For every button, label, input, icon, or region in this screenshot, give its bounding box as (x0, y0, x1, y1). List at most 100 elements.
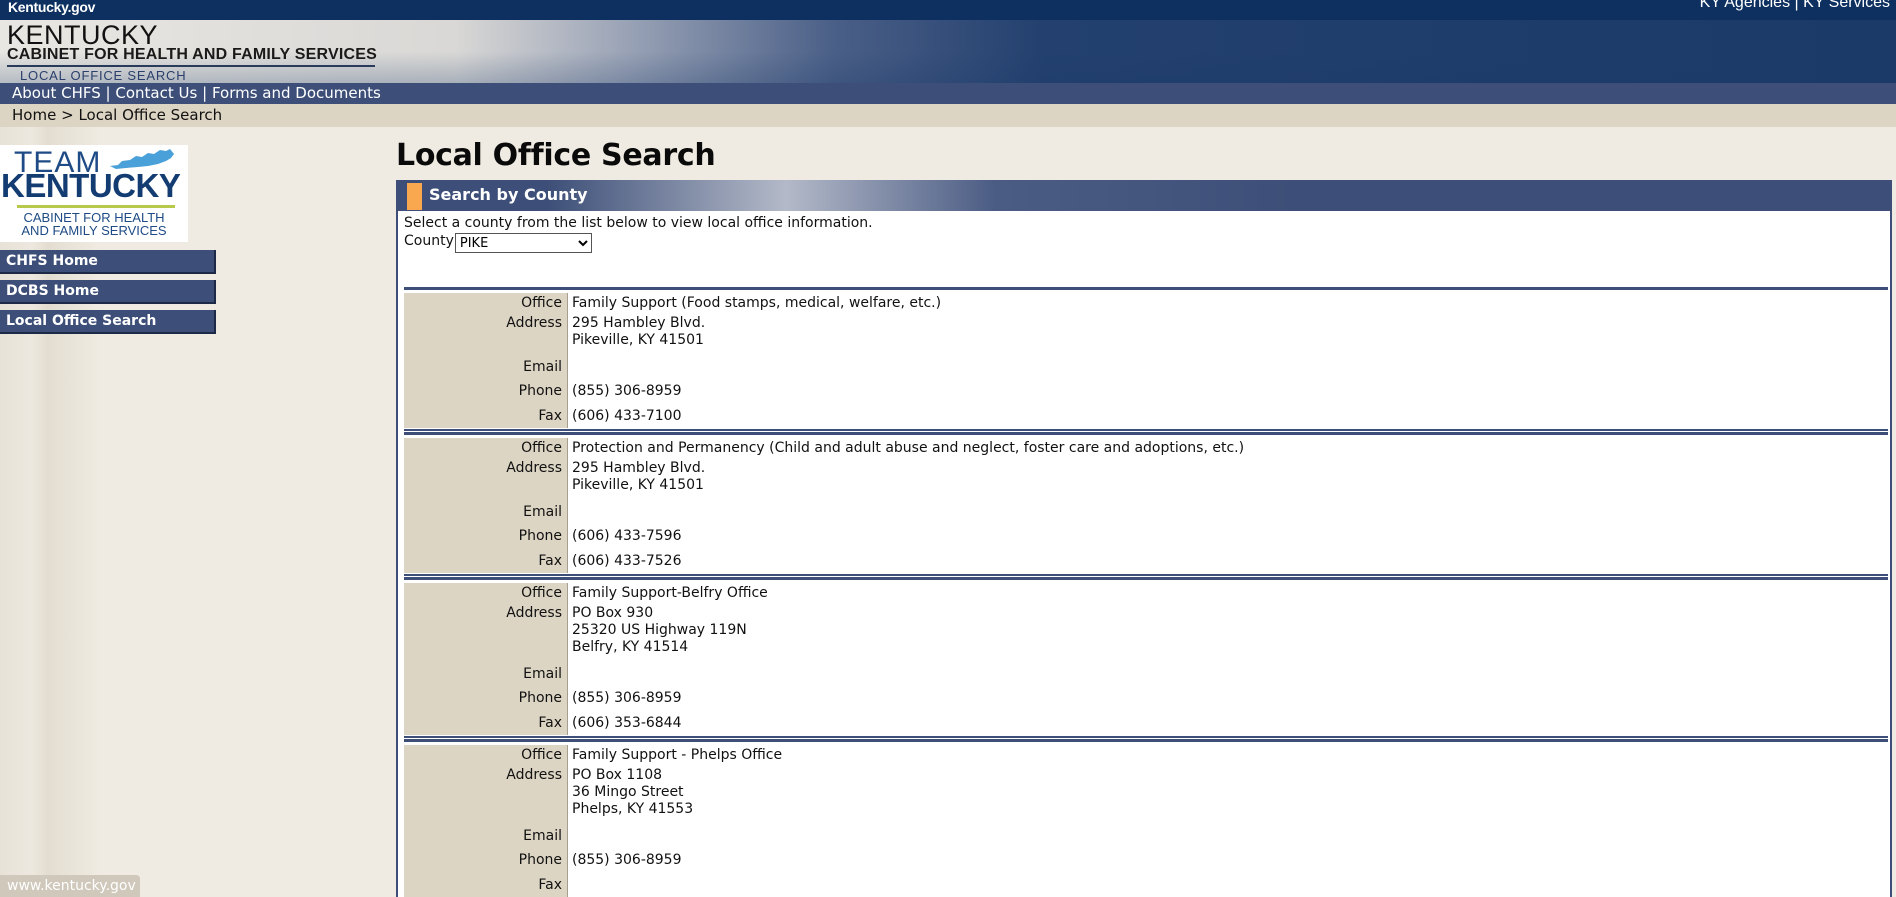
banner-cabinet-name: CABINET FOR HEALTH AND FAMILY SERVICES (7, 46, 378, 63)
office-name: Family Support - Phelps Office (572, 747, 783, 763)
sidebar-item-local-office-search[interactable]: Local Office Search (0, 310, 216, 334)
top-bar: Kentucky.gov KY Agencies | KY Services (0, 0, 1896, 20)
nav-contact-link[interactable]: Contact Us (115, 84, 197, 102)
phone-row: Phone (855) 306-8959 (404, 379, 1888, 404)
email-label: Email (404, 662, 568, 686)
banner-subtitle: LOCAL OFFICE SEARCH (20, 68, 187, 83)
nav-about-link[interactable]: About CHFS (12, 84, 101, 102)
office-fax (568, 873, 1888, 897)
panel-title: Search by County (429, 185, 588, 204)
page-title: Local Office Search (396, 138, 716, 173)
top-links: KY Agencies | KY Services (1700, 0, 1890, 12)
office-label: Office (404, 583, 568, 604)
office-card: Office Family Support-Belfry Office Addr… (404, 577, 1888, 738)
phone-label: Phone (404, 379, 568, 404)
search-panel: Search by County Select a county from th… (396, 180, 1892, 897)
fax-row: Fax (606) 353-6844 (404, 711, 1888, 735)
county-select[interactable]: PIKE (454, 233, 592, 253)
office-label: Office (404, 438, 568, 459)
office-name: Protection and Permanency (Child and adu… (572, 440, 1245, 456)
county-row: County PIKE (404, 233, 592, 253)
office-row: Office Family Support-Belfry Office (404, 580, 1888, 604)
office-address: 295 Hambley Blvd. Pikeville, KY 41501 (568, 314, 1888, 355)
address-line: 36 Mingo Street (572, 784, 684, 800)
office-card: Office Family Support (Food stamps, medi… (404, 287, 1888, 431)
email-label: Email (404, 355, 568, 379)
office-phone: (855) 306-8959 (572, 383, 682, 399)
kentucky-gov-link[interactable]: Kentucky.gov (8, 0, 95, 15)
nav-forms-link[interactable]: Forms and Documents (212, 84, 381, 102)
county-label: County (404, 233, 454, 249)
fax-row: Fax (606) 433-7526 (404, 549, 1888, 573)
office-card: Office Protection and Permanency (Child … (404, 432, 1888, 576)
address-row: Address PO Box 930 25320 US Highway 119N… (404, 604, 1888, 662)
office-phone: (855) 306-8959 (572, 690, 682, 706)
address-label: Address (404, 314, 568, 355)
address-label: Address (404, 459, 568, 500)
fax-label: Fax (404, 711, 568, 735)
fax-label: Fax (404, 873, 568, 897)
address-row: Address 295 Hambley Blvd. Pikeville, KY … (404, 459, 1888, 500)
breadcrumb: Home > Local Office Search (0, 104, 1896, 127)
address-row: Address PO Box 1108 36 Mingo Street Phel… (404, 766, 1888, 824)
email-row: Email (404, 824, 1888, 848)
nav-separator: | (105, 84, 111, 102)
office-email[interactable] (568, 500, 1888, 524)
office-phone: (855) 306-8959 (572, 852, 682, 868)
office-address: 295 Hambley Blvd. Pikeville, KY 41501 (568, 459, 1888, 500)
header-banner: KENTUCKY CABINET FOR HEALTH AND FAMILY S… (0, 20, 1896, 83)
office-address: PO Box 1108 36 Mingo Street Phelps, KY 4… (568, 766, 1888, 824)
fax-row: Fax (606) 433-7100 (404, 404, 1888, 428)
logo-kentucky-text: KENTUCKY (1, 167, 181, 204)
office-email[interactable] (568, 662, 1888, 686)
address-line: Phelps, KY 41553 (572, 801, 694, 817)
address-line: Pikeville, KY 41501 (572, 477, 704, 493)
office-row: Office Family Support (Food stamps, medi… (404, 290, 1888, 314)
logo-rule (17, 205, 175, 208)
address-label: Address (404, 766, 568, 824)
address-line: 295 Hambley Blvd. (572, 315, 706, 331)
phone-label: Phone (404, 524, 568, 549)
address-label: Address (404, 604, 568, 662)
office-row: Office Family Support - Phelps Office (404, 742, 1888, 766)
ky-services-link[interactable]: KY Services (1803, 0, 1890, 11)
ky-agencies-link[interactable]: KY Agencies (1700, 0, 1790, 11)
phone-row: Phone (855) 306-8959 (404, 686, 1888, 711)
sidebar-item-chfs-home[interactable]: CHFS Home (0, 250, 216, 274)
office-phone: (606) 433-7596 (572, 528, 682, 544)
fax-label: Fax (404, 404, 568, 428)
address-line: PO Box 1108 (572, 767, 663, 783)
panel-accent (407, 183, 422, 210)
instructions-text: Select a county from the list below to v… (404, 215, 873, 231)
office-fax: (606) 433-7100 (572, 408, 682, 424)
sidebar (0, 127, 396, 897)
sidebar-item-dcbs-home[interactable]: DCBS Home (0, 280, 216, 304)
breadcrumb-separator: > (61, 106, 74, 124)
address-row: Address 295 Hambley Blvd. Pikeville, KY … (404, 314, 1888, 355)
office-card: Office Family Support - Phelps Office Ad… (404, 739, 1888, 897)
phone-row: Phone (606) 433-7596 (404, 524, 1888, 549)
office-name: Family Support-Belfry Office (572, 585, 768, 601)
email-row: Email (404, 500, 1888, 524)
breadcrumb-home-link[interactable]: Home (12, 106, 56, 124)
panel-header: Search by County (398, 180, 1890, 211)
office-fax: (606) 353-6844 (572, 715, 682, 731)
address-line: 25320 US Highway 119N (572, 622, 747, 638)
banner-divider (7, 65, 375, 67)
logo-cabinet-text: CABINET FOR HEALTH AND FAMILY SERVICES (0, 211, 188, 237)
office-address: PO Box 930 25320 US Highway 119N Belfry,… (568, 604, 1888, 662)
address-line: 295 Hambley Blvd. (572, 460, 706, 476)
office-row: Office Protection and Permanency (Child … (404, 435, 1888, 459)
office-list: Office Family Support (Food stamps, medi… (404, 287, 1888, 897)
team-kentucky-logo[interactable]: TEAM KENTUCKY CABINET FOR HEALTH AND FAM… (0, 145, 188, 242)
address-line: Belfry, KY 41514 (572, 639, 689, 655)
phone-label: Phone (404, 686, 568, 711)
address-line: PO Box 930 (572, 605, 654, 621)
office-email[interactable] (568, 824, 1888, 848)
office-label: Office (404, 293, 568, 314)
footer-url[interactable]: www.kentucky.gov (0, 875, 140, 897)
office-email[interactable] (568, 355, 1888, 379)
email-label: Email (404, 824, 568, 848)
fax-label: Fax (404, 549, 568, 573)
email-label: Email (404, 500, 568, 524)
